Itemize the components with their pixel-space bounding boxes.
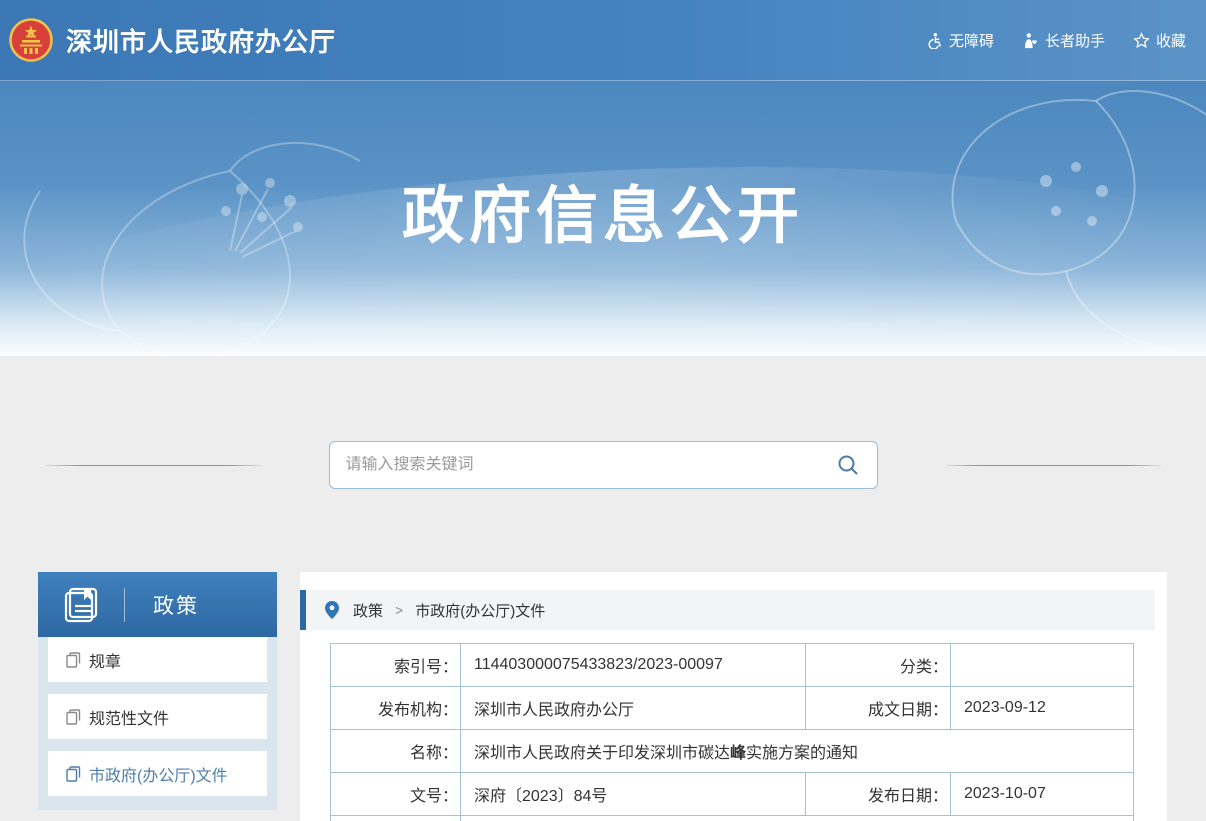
document-icon (66, 709, 81, 725)
table-row: 发布机构： 深圳市人民政府办公厅 成文日期： 2023-09-12 (331, 687, 1134, 730)
decorative-line-right (946, 465, 1161, 466)
category-label: 分类： (806, 644, 951, 687)
search-section (0, 441, 1206, 489)
document-name-value: 深圳市人民政府关于印发深圳市碳达峰实施方案的通知 (461, 730, 1134, 773)
topbar: 深圳市人民政府办公厅 无障碍 长者助手 收藏 (0, 0, 1206, 81)
favorite-label: 收藏 (1156, 30, 1186, 51)
table-cell-empty (331, 816, 461, 821)
site-brand[interactable]: 深圳市人民政府办公厅 (9, 18, 336, 62)
document-name-highlight: 峰 (730, 745, 746, 762)
elder-helper-icon (1022, 32, 1039, 49)
written-date-value: 2023-09-12 (951, 687, 1134, 730)
document-panel: 政策 > 市政府(办公厅)文件 索引号： 114403000075433823/… (300, 572, 1167, 821)
table-row (331, 816, 1134, 821)
breadcrumb-item-municipal-documents[interactable]: 市政府(办公厅)文件 (415, 600, 545, 621)
document-number-label: 文号： (331, 773, 461, 816)
sidebar-item-label: 规范性文件 (89, 705, 169, 729)
search-button[interactable] (833, 450, 863, 480)
breadcrumb-separator: > (395, 602, 403, 618)
page-title: 政府信息公开 (0, 165, 1206, 255)
category-value (951, 644, 1134, 687)
site-title: 深圳市人民政府办公厅 (66, 22, 336, 59)
accessibility-label: 无障碍 (949, 30, 994, 51)
book-icon (62, 585, 102, 625)
accessibility-icon (926, 32, 943, 49)
issuing-agency-value: 深圳市人民政府办公厅 (461, 687, 806, 730)
sidebar-item-normative-documents[interactable]: 规范性文件 (48, 694, 267, 739)
publish-date-label: 发布日期： (806, 773, 951, 816)
elder-helper-link[interactable]: 长者助手 (1022, 30, 1105, 51)
favorite-link[interactable]: 收藏 (1133, 30, 1186, 51)
topbar-links: 无障碍 长者助手 收藏 (926, 30, 1186, 51)
document-name-suffix: 实施方案的通知 (746, 745, 858, 762)
index-number-label: 索引号： (331, 644, 461, 687)
document-number-value: 深府〔2023〕84号 (461, 773, 806, 816)
breadcrumb-body: 政策 > 市政府(办公厅)文件 (306, 590, 1155, 630)
sidebar-title: 政策 (153, 590, 199, 620)
sidebar-item-label: 市政府(办公厅)文件 (89, 762, 228, 786)
written-date-label: 成文日期： (806, 687, 951, 730)
location-pin-icon (325, 601, 339, 619)
search-input[interactable] (346, 456, 833, 474)
document-name-prefix: 深圳市人民政府关于印发深圳市碳达 (474, 745, 730, 762)
star-icon (1133, 32, 1150, 49)
content-area: 政策 规章 规范性文件 市 (0, 572, 1206, 821)
document-icon (66, 652, 81, 668)
document-metadata-table: 索引号： 114403000075433823/2023-00097 分类： 发… (330, 643, 1134, 821)
document-icon (66, 766, 81, 782)
index-number-value: 114403000075433823/2023-00097 (461, 644, 806, 687)
sidebar-item-label: 规章 (89, 648, 121, 672)
publish-date-value: 2023-10-07 (951, 773, 1134, 816)
accessibility-link[interactable]: 无障碍 (926, 30, 994, 51)
table-cell-empty (461, 816, 1134, 821)
issuing-agency-label: 发布机构： (331, 687, 461, 730)
sidebar-header-divider (124, 588, 125, 622)
hero-banner: 政府信息公开 (0, 81, 1206, 356)
table-row: 名称： 深圳市人民政府关于印发深圳市碳达峰实施方案的通知 (331, 730, 1134, 773)
page-body: 政策 规章 规范性文件 市 (0, 356, 1206, 821)
breadcrumb: 政策 > 市政府(办公厅)文件 (300, 590, 1155, 630)
decorative-line-left (46, 465, 261, 466)
national-emblem-icon (9, 18, 53, 62)
table-row: 索引号： 114403000075433823/2023-00097 分类： (331, 644, 1134, 687)
document-name-label: 名称： (331, 730, 461, 773)
sidebar-header-policy[interactable]: 政策 (38, 572, 277, 637)
elder-helper-label: 长者助手 (1045, 30, 1105, 51)
breadcrumb-item-policy[interactable]: 政策 (353, 600, 383, 621)
search-icon (837, 454, 859, 476)
sidebar-item-municipal-documents[interactable]: 市政府(办公厅)文件 (48, 751, 267, 796)
policy-sidebar: 政策 规章 规范性文件 市 (38, 572, 277, 810)
table-row: 文号： 深府〔2023〕84号 发布日期： 2023-10-07 (331, 773, 1134, 816)
search-box (329, 441, 878, 489)
sidebar-item-regulations[interactable]: 规章 (48, 637, 267, 682)
